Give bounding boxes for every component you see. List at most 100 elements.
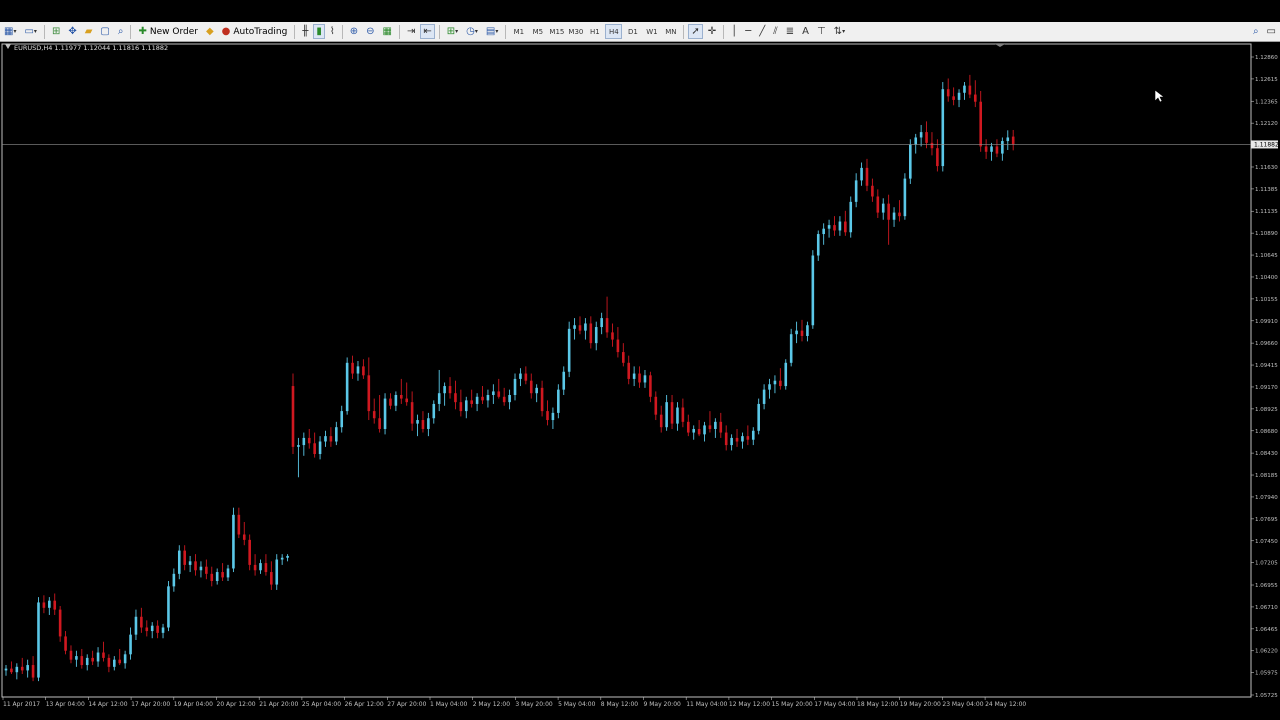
candle-body xyxy=(253,564,257,571)
timeframe-m30[interactable]: M30 xyxy=(567,24,584,39)
autotrading-button[interactable]: ● AutoTrading xyxy=(219,24,291,39)
toolbar-separator xyxy=(130,24,132,39)
arrows-button[interactable]: ⇅ ▾ xyxy=(831,24,848,39)
new-chart-button[interactable]: ▦ ▾ xyxy=(1,24,19,39)
timeframe-m15[interactable]: M15 xyxy=(548,24,565,39)
cursor-tool-button[interactable]: ➚ xyxy=(688,24,703,39)
timeframe-h1[interactable]: H1 xyxy=(586,24,603,39)
bar-chart-icon: ╫ xyxy=(302,25,309,37)
fibonacci-button[interactable]: ≣ xyxy=(783,24,797,39)
time-tick-label: 21 Apr 20:00 xyxy=(259,701,298,708)
chart-shift-button[interactable]: ⇤ xyxy=(420,24,435,39)
indicators-button[interactable]: ⊞ ▾ xyxy=(444,24,461,39)
candle-body xyxy=(865,167,869,186)
timeframe-mn[interactable]: MN xyxy=(662,24,679,39)
data-window-button[interactable]: ✥ xyxy=(65,24,79,39)
templates-icon: ▤ xyxy=(485,25,496,37)
candle xyxy=(37,597,40,682)
candle-body xyxy=(968,85,972,95)
timeframe-h4[interactable]: H4 xyxy=(605,24,623,39)
candle-body xyxy=(611,332,614,340)
candle-body xyxy=(102,652,105,658)
timeframe-m5[interactable]: M5 xyxy=(529,24,546,39)
candle-body xyxy=(459,402,463,412)
timeframe-d1[interactable]: D1 xyxy=(624,24,641,39)
folder-icon: ▰ xyxy=(84,25,93,37)
clock-icon: ◷ xyxy=(466,25,475,37)
strategy-tester-button[interactable]: ⌕ xyxy=(115,24,127,39)
candle-body xyxy=(741,436,744,442)
vertical-line-button[interactable]: │ xyxy=(728,24,740,39)
trendline-button[interactable]: ╱ xyxy=(756,24,768,39)
navigator-button[interactable]: ▰ xyxy=(82,24,96,39)
profiles-icon: ▭ xyxy=(24,25,34,37)
candlestick-button[interactable]: ▮ xyxy=(313,24,325,39)
status-bar xyxy=(0,712,1280,720)
chat-icon: ▭ xyxy=(1266,25,1276,37)
candle-body xyxy=(129,634,132,655)
candle-body xyxy=(827,225,831,229)
terminal-button[interactable]: ▢ xyxy=(97,24,112,39)
candle-body xyxy=(519,373,522,379)
candle-body xyxy=(1006,137,1010,142)
metaeditor-button[interactable]: ◆ xyxy=(203,24,217,39)
market-watch-icon: ⊞ xyxy=(51,25,61,37)
price-tick-label: 1.05725 xyxy=(1255,693,1278,699)
chart-window[interactable]: EURUSD,H4 1.11977 1.12044 1.11816 1.1188… xyxy=(0,42,1280,714)
candle-body xyxy=(589,323,593,344)
price-tick-label: 1.12365 xyxy=(1255,99,1278,105)
crosshair-tool-button[interactable]: ✛ xyxy=(705,24,719,39)
periods-button[interactable]: ◷ ▾ xyxy=(463,24,481,39)
auto-scroll-button[interactable]: ⇥ xyxy=(404,24,418,39)
zoom-out-button[interactable]: ⊖ xyxy=(363,24,377,39)
candle-body xyxy=(367,375,371,412)
candle xyxy=(275,554,279,590)
autotrading-icon: ● xyxy=(221,25,231,37)
crosshair-data-icon: ✥ xyxy=(68,25,77,37)
candle-body xyxy=(768,384,771,390)
price-chart[interactable]: EURUSD,H4 1.11977 1.12044 1.11816 1.1188… xyxy=(0,42,1280,714)
candle-body xyxy=(210,573,214,581)
text-tool-button[interactable]: A xyxy=(799,24,812,39)
title-bar xyxy=(0,0,1280,22)
vertical-line-icon: │ xyxy=(731,25,738,37)
new-order-button[interactable]: ✚ New Order xyxy=(135,24,200,39)
text-label-icon: ⊤ xyxy=(816,25,826,37)
line-chart-button[interactable]: ⌇ xyxy=(327,24,338,39)
candle-body xyxy=(779,380,782,387)
price-tick-label: 1.08925 xyxy=(1255,407,1278,413)
profiles-button[interactable]: ▭ ▾ xyxy=(21,24,39,39)
candle-body xyxy=(183,550,186,565)
chat-button[interactable]: ▭ xyxy=(1264,24,1279,39)
equidistant-channel-button[interactable]: ⫽ xyxy=(770,24,780,39)
candle-body xyxy=(605,318,609,333)
candle-body xyxy=(876,196,880,213)
price-tick-label: 1.05975 xyxy=(1255,671,1278,677)
candle-body xyxy=(703,425,706,435)
candle-body xyxy=(833,225,836,231)
candle-body xyxy=(638,373,641,383)
candle-body xyxy=(372,411,376,419)
timeframe-w1[interactable]: W1 xyxy=(643,24,660,39)
price-tick-label: 1.06955 xyxy=(1255,583,1278,589)
templates-button[interactable]: ▤ ▾ xyxy=(483,24,501,39)
candle-body xyxy=(226,568,230,578)
candle-body xyxy=(714,421,717,429)
candle-body xyxy=(378,418,381,429)
search-button[interactable]: ⌕ xyxy=(1250,24,1262,39)
time-tick-label: 25 Apr 04:00 xyxy=(302,701,341,708)
candle-body xyxy=(383,398,387,429)
candle-body xyxy=(150,625,154,632)
candle-body xyxy=(643,375,647,383)
market-watch-button[interactable]: ⊞ xyxy=(49,24,63,39)
time-tick-label: 2 May 12:00 xyxy=(473,701,511,708)
zoom-in-button[interactable]: ⊕ xyxy=(347,24,361,39)
text-label-button[interactable]: ⊤ xyxy=(814,24,829,39)
bar-chart-button[interactable]: ╫ xyxy=(299,24,311,39)
time-tick-label: 11 Apr 2017 xyxy=(3,701,40,708)
candle-body xyxy=(649,375,652,397)
horizontal-line-button[interactable]: ─ xyxy=(742,24,754,39)
timeframe-m1[interactable]: M1 xyxy=(510,24,527,39)
candle-body xyxy=(557,389,560,413)
tile-windows-button[interactable]: ▦ xyxy=(380,24,395,39)
